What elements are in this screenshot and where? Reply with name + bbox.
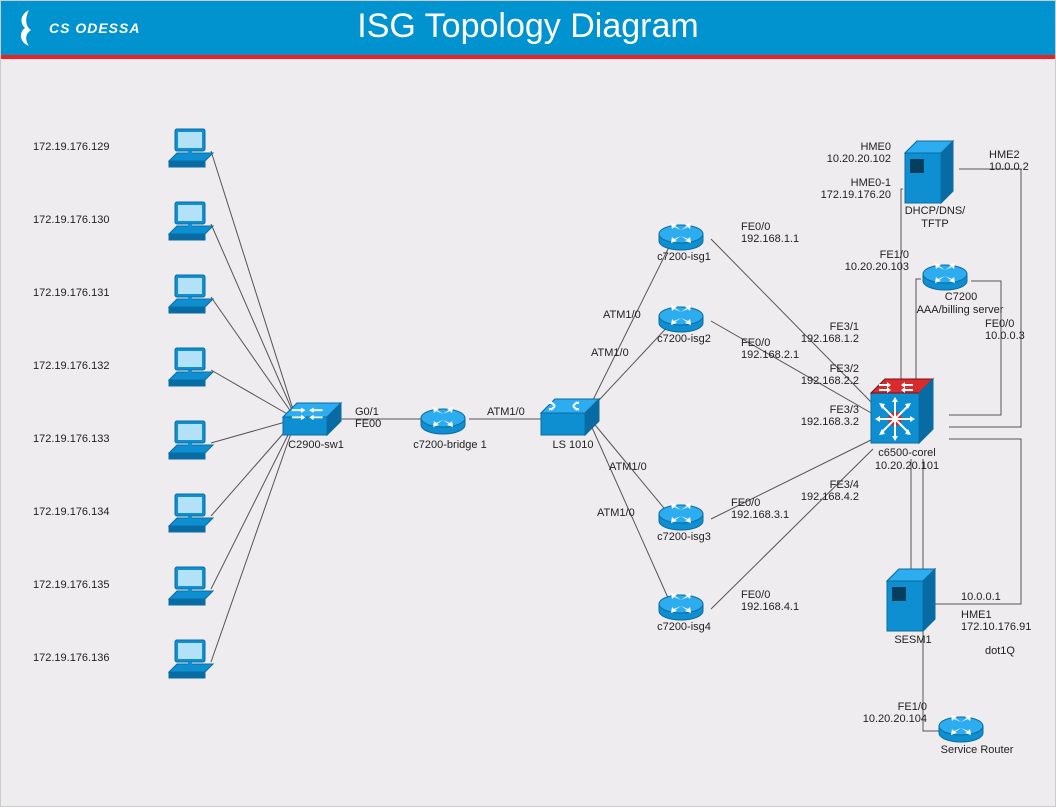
ll-hme2-b: 10.0.0.2 bbox=[989, 161, 1029, 174]
ll-isg4-b: 192.168.4.1 bbox=[741, 601, 799, 614]
atm-ls1010-icon bbox=[541, 399, 599, 435]
label-dhcp2: TFTP bbox=[895, 218, 975, 230]
ll-isg1-b: 192.168.1.1 bbox=[741, 233, 799, 246]
ll-fe32-b: 192.168.2.2 bbox=[789, 375, 859, 388]
ll-fe32-a: FE3/2 bbox=[789, 363, 859, 376]
label-core-ip: 10.20.20.101 bbox=[867, 460, 947, 472]
ll-aaa-fe00-b: 10.0.0.3 bbox=[985, 330, 1025, 343]
router-isg3-icon bbox=[659, 503, 703, 530]
ll-hme1-a: HME1 bbox=[961, 609, 992, 622]
ws-ip-8: 172.19.176.136 bbox=[33, 652, 109, 665]
ll-dot1q: dot1Q bbox=[985, 645, 1015, 658]
router-bridge-icon bbox=[421, 407, 465, 434]
ll-hme01-b: 172.19.176.20 bbox=[811, 189, 891, 202]
ll-atm-1: ATM1/0 bbox=[603, 309, 641, 322]
label-service-router: Service Router bbox=[927, 744, 1027, 756]
server-dhcp-icon bbox=[905, 141, 953, 203]
ll-fe00: FE00 bbox=[355, 418, 381, 431]
header-bar: CS ODESSA ISG Topology Diagram bbox=[1, 1, 1055, 59]
router-aaa-icon bbox=[923, 263, 967, 290]
label-isg1: c7200-isg1 bbox=[649, 251, 719, 263]
ll-isg2-b: 192.168.2.1 bbox=[741, 349, 799, 362]
workstations bbox=[169, 129, 213, 678]
ll-fe33-a: FE3/3 bbox=[789, 404, 859, 417]
label-isg4: c7200-isg4 bbox=[649, 621, 719, 633]
core-c6500-icon bbox=[871, 379, 933, 443]
diagram-canvas: CS ODESSA ISG Topology Diagram bbox=[0, 0, 1056, 807]
ll-hme0-a: HME0 bbox=[811, 141, 891, 154]
ll-isg3-b: 192.168.3.1 bbox=[731, 509, 789, 522]
ll-hme0-b: 10.20.20.102 bbox=[811, 153, 891, 166]
ll-aaa-fe10-b: 10.20.20.103 bbox=[829, 261, 909, 274]
router-isg4-icon bbox=[659, 593, 703, 620]
ll-isg1-a: FE0/0 bbox=[741, 221, 770, 234]
label-core: c6500-corel bbox=[867, 447, 947, 459]
ws-ip-6: 172.19.176.134 bbox=[33, 506, 109, 519]
ll-aaa-fe10-a: FE1/0 bbox=[829, 249, 909, 262]
ll-atm-a: ATM1/0 bbox=[487, 406, 525, 419]
label-isg2: c7200-isg2 bbox=[649, 333, 719, 345]
ll-fe31-a: FE3/1 bbox=[789, 321, 859, 334]
ll-sesm-ip: 10.0.0.1 bbox=[961, 591, 1001, 604]
diagram-title: ISG Topology Diagram bbox=[1, 7, 1055, 46]
ll-fe33-b: 192.168.3.2 bbox=[789, 416, 859, 429]
label-dhcp: DHCP/DNS/ bbox=[895, 205, 975, 217]
ll-aaa-fe00-a: FE0/0 bbox=[985, 318, 1014, 331]
ll-sr-b: 10.20.20.104 bbox=[847, 713, 927, 726]
ll-isg3-a: FE0/0 bbox=[731, 497, 760, 510]
ll-sr-a: FE1/0 bbox=[847, 701, 927, 714]
ws-ip-3: 172.19.176.131 bbox=[33, 287, 109, 300]
ws-ip-4: 172.19.176.132 bbox=[33, 360, 109, 373]
ll-hme2-a: HME2 bbox=[989, 149, 1020, 162]
server-sesm-icon bbox=[887, 569, 935, 631]
router-isg1-icon bbox=[659, 223, 703, 250]
label-sesm: SESM1 bbox=[883, 634, 943, 646]
ll-fe31-b: 192.168.1.2 bbox=[789, 333, 859, 346]
ll-isg4-a: FE0/0 bbox=[741, 589, 770, 602]
ws-ip-5: 172.19.176.133 bbox=[33, 433, 109, 446]
network-svg bbox=[1, 59, 1056, 807]
ll-hme01-a: HME0-1 bbox=[811, 177, 891, 190]
label-bridge: c7200-bridge 1 bbox=[405, 439, 495, 451]
label-ls1010: LS 1010 bbox=[543, 439, 603, 451]
ws-ip-7: 172.19.176.135 bbox=[33, 579, 109, 592]
ll-atm-2: ATM1/0 bbox=[591, 347, 629, 360]
router-isg2-icon bbox=[659, 305, 703, 332]
ll-isg2-a: FE0/0 bbox=[741, 337, 770, 350]
ll-atm-4: ATM1/0 bbox=[597, 507, 635, 520]
label-aaa2: AAA/billing server bbox=[895, 304, 1025, 316]
switch-c2900-icon bbox=[283, 403, 341, 435]
ws-ip-2: 172.19.176.130 bbox=[33, 214, 109, 227]
label-isg3: c7200-isg3 bbox=[649, 531, 719, 543]
ll-fe34-b: 192.168.4.2 bbox=[789, 491, 859, 504]
router-service-icon bbox=[939, 715, 983, 742]
ws-ip-1: 172.19.176.129 bbox=[33, 141, 109, 154]
ll-g01: G0/1 bbox=[355, 406, 379, 419]
ll-fe34-a: FE3/4 bbox=[789, 479, 859, 492]
ll-atm-3: ATM1/0 bbox=[609, 461, 647, 474]
label-aaa1: C7200 bbox=[911, 291, 1011, 303]
label-c2900: C2900-sw1 bbox=[281, 439, 351, 451]
ll-hme1-b: 172.10.176.91 bbox=[961, 621, 1031, 634]
